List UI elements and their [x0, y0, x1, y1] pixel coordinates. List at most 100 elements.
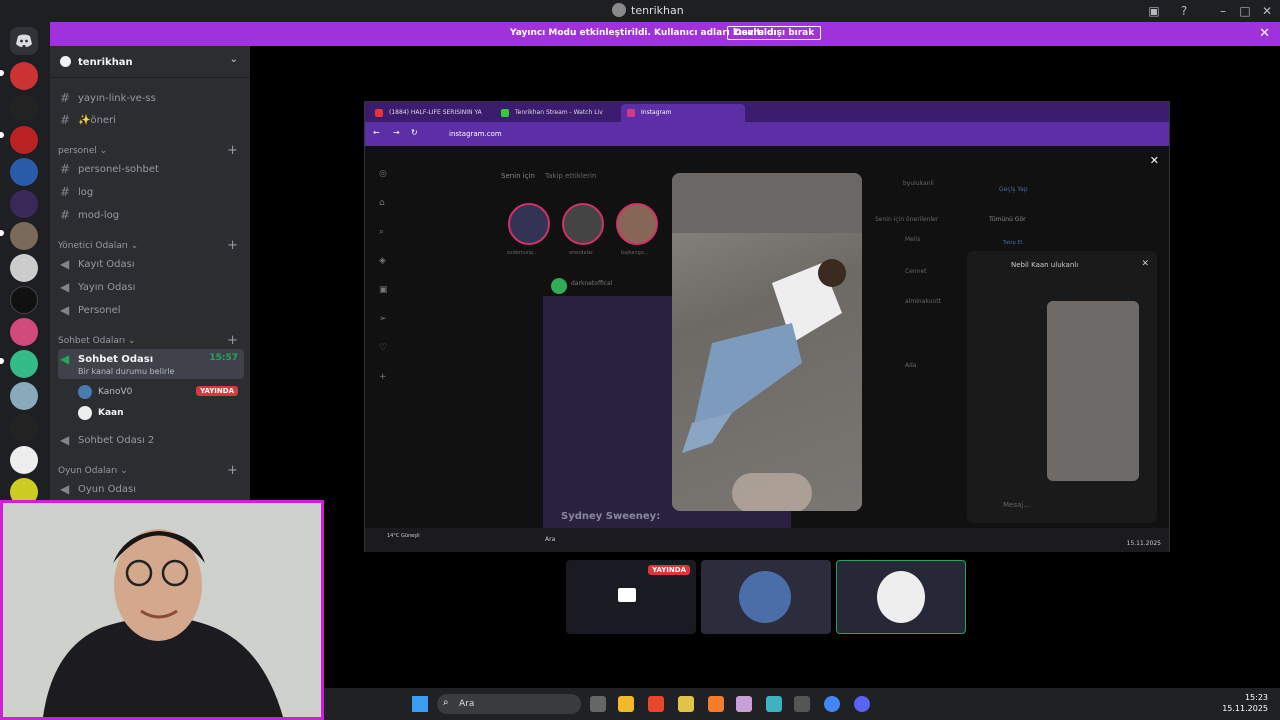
- server-header[interactable]: tenrikhan ⌄: [50, 46, 250, 78]
- dm-message-input[interactable]: Mesaj...: [1003, 501, 1030, 509]
- plus-icon[interactable]: +: [379, 363, 388, 392]
- voice-channel-sohbet-active[interactable]: ◀ Sohbet Odası 15:57 Bir kanal durumu be…: [58, 349, 244, 379]
- server-icon-11[interactable]: [10, 382, 38, 410]
- server-icon-5[interactable]: [10, 190, 38, 218]
- explore-icon[interactable]: ◈: [379, 247, 388, 276]
- category-personel[interactable]: personel ⌄ +: [58, 143, 244, 158]
- channel-log[interactable]: # log: [58, 182, 244, 202]
- suggestion-name[interactable]: Ada: [905, 362, 916, 369]
- browser-address-bar[interactable]: ← → ↻ instagram.com: [365, 122, 1169, 146]
- stream-thumbnail-screen[interactable]: YAYINDA: [566, 560, 696, 634]
- category-yonetici[interactable]: Yönetici Odaları ⌄ +: [58, 238, 244, 253]
- voice-channel-oyun[interactable]: ◀ Oyun Odası: [58, 479, 244, 499]
- hash-icon: #: [60, 208, 71, 222]
- add-channel-icon[interactable]: +: [227, 333, 238, 348]
- help-icon[interactable]: ?: [1176, 3, 1192, 19]
- reels-icon[interactable]: ▣: [379, 276, 388, 305]
- server-icon-13[interactable]: [10, 446, 38, 474]
- server-icon-scans[interactable]: [10, 62, 38, 90]
- stream-view[interactable]: (1884) HALF-LIFE SERISININ YA Tenrikhan …: [364, 101, 1170, 552]
- browser-tab-kick[interactable]: Tenrikhan Stream - Watch Liv: [495, 104, 619, 122]
- chrome-icon[interactable]: [824, 696, 840, 712]
- server-icon-6[interactable]: [10, 222, 38, 250]
- server-icon-8[interactable]: [10, 286, 38, 314]
- stream-thumbnail-user[interactable]: [701, 560, 831, 634]
- channel-label: yayın-link-ve-ss: [78, 93, 156, 104]
- channel-mod-log[interactable]: # mod-log: [58, 205, 244, 225]
- back-arrow-icon[interactable]: ←: [373, 128, 380, 137]
- file-explorer-icon[interactable]: [618, 696, 634, 712]
- taskbar-search[interactable]: ⌕ Ara: [437, 694, 581, 714]
- dm-image[interactable]: [1047, 301, 1139, 481]
- close-post-icon[interactable]: ✕: [1150, 154, 1159, 167]
- post-image[interactable]: [672, 173, 862, 511]
- url-text: instagram.com: [449, 130, 502, 138]
- post-photo: [672, 173, 862, 511]
- stream-thumbnail-kaan[interactable]: [836, 560, 966, 634]
- minimize-button[interactable]: –: [1215, 3, 1231, 19]
- forward-arrow-icon[interactable]: →: [393, 128, 400, 137]
- maximize-button[interactable]: □: [1237, 3, 1253, 19]
- speaker-icon: ◀: [60, 280, 70, 294]
- search-icon[interactable]: ⌕: [379, 218, 388, 247]
- reload-icon[interactable]: ↻: [411, 128, 418, 137]
- suggestion-name[interactable]: Melis: [905, 236, 920, 243]
- app-icon[interactable]: [708, 696, 724, 712]
- story-label: erendalar: [569, 250, 594, 256]
- heart-icon[interactable]: ♡: [379, 334, 388, 363]
- dm-popup[interactable]: Nebil Kaan ulukanlı ✕ Mesaj...: [967, 251, 1157, 523]
- windows-start-icon[interactable]: [412, 696, 428, 712]
- send-icon[interactable]: ➢: [379, 305, 388, 334]
- server-icon-manga[interactable]: [10, 158, 38, 186]
- discord-home-icon[interactable]: [10, 27, 38, 55]
- task-view-icon[interactable]: [590, 696, 606, 712]
- add-channel-icon[interactable]: +: [227, 463, 238, 478]
- tab-takip[interactable]: Takip ettiklerin: [545, 172, 596, 180]
- app-icon[interactable]: [678, 696, 694, 712]
- voice-channel-kayit[interactable]: ◀ Kayıt Odası: [58, 254, 244, 274]
- instagram-logo-icon[interactable]: ◎: [379, 160, 388, 189]
- close-window-button[interactable]: ✕: [1259, 3, 1275, 19]
- app-icon[interactable]: [736, 696, 752, 712]
- follow-button[interactable]: Takip Et: [1003, 240, 1022, 246]
- server-icon-12[interactable]: [10, 414, 38, 442]
- server-icon-3[interactable]: [10, 126, 38, 154]
- home-icon[interactable]: ⌂: [379, 189, 388, 218]
- category-sohbet[interactable]: Sohbet Odaları ⌄ +: [58, 333, 244, 348]
- app-icon[interactable]: [766, 696, 782, 712]
- tab-senin-icin[interactable]: Senin için: [501, 172, 535, 180]
- see-all-link[interactable]: Tümünü Gör: [989, 216, 1026, 223]
- banner-close-icon[interactable]: ✕: [1259, 26, 1270, 41]
- channel-yayin-link[interactable]: # yayın-link-ve-ss: [58, 88, 244, 108]
- voice-channel-sohbet2[interactable]: ◀ Sohbet Odası 2: [58, 430, 244, 450]
- server-icon-7[interactable]: [10, 254, 38, 282]
- discord-icon[interactable]: [854, 696, 870, 712]
- clock-time: 15:23: [1244, 693, 1268, 702]
- channel-personel-sohbet[interactable]: # personel-sohbet: [58, 159, 244, 179]
- browser-tab-instagram[interactable]: Instagram: [621, 104, 745, 122]
- chevron-down-icon[interactable]: ⌄: [230, 54, 238, 65]
- switch-account-link[interactable]: Geçiş Yap: [999, 186, 1028, 193]
- category-oyun[interactable]: Oyun Odaları ⌄ +: [58, 463, 244, 478]
- suggestion-name[interactable]: Cennet: [905, 268, 927, 275]
- server-icon-10[interactable]: [10, 350, 38, 378]
- voice-user-kaan[interactable]: Kaan: [78, 403, 244, 423]
- voice-channel-personel[interactable]: ◀ Personel: [58, 300, 244, 320]
- channel-status-setter[interactable]: Bir kanal durumu belirle: [78, 367, 174, 376]
- voice-channel-yayin[interactable]: ◀ Yayın Odası: [58, 277, 244, 297]
- channel-oneri[interactable]: # ✨öneri: [58, 110, 244, 130]
- server-icon-2[interactable]: [10, 94, 38, 122]
- brave-icon[interactable]: [648, 696, 664, 712]
- taskbar-clock[interactable]: 15:23 15.11.2025: [1222, 692, 1268, 714]
- add-channel-icon[interactable]: +: [227, 238, 238, 253]
- browser-tab-youtube[interactable]: (1884) HALF-LIFE SERISININ YA: [369, 104, 493, 122]
- add-channel-icon[interactable]: +: [227, 143, 238, 158]
- suggestion-name[interactable]: alminakuntt: [905, 298, 941, 305]
- inbox-icon[interactable]: ▣: [1146, 3, 1162, 19]
- disable-streamer-mode-button[interactable]: Devre dışı bırak: [727, 26, 822, 40]
- app-icon[interactable]: [794, 696, 810, 712]
- voice-user-kanov0[interactable]: KanoV0 YAYINDA: [78, 382, 244, 402]
- server-icon-9[interactable]: [10, 318, 38, 346]
- story-label: bajkango...: [621, 250, 649, 256]
- close-icon[interactable]: ✕: [1141, 259, 1149, 269]
